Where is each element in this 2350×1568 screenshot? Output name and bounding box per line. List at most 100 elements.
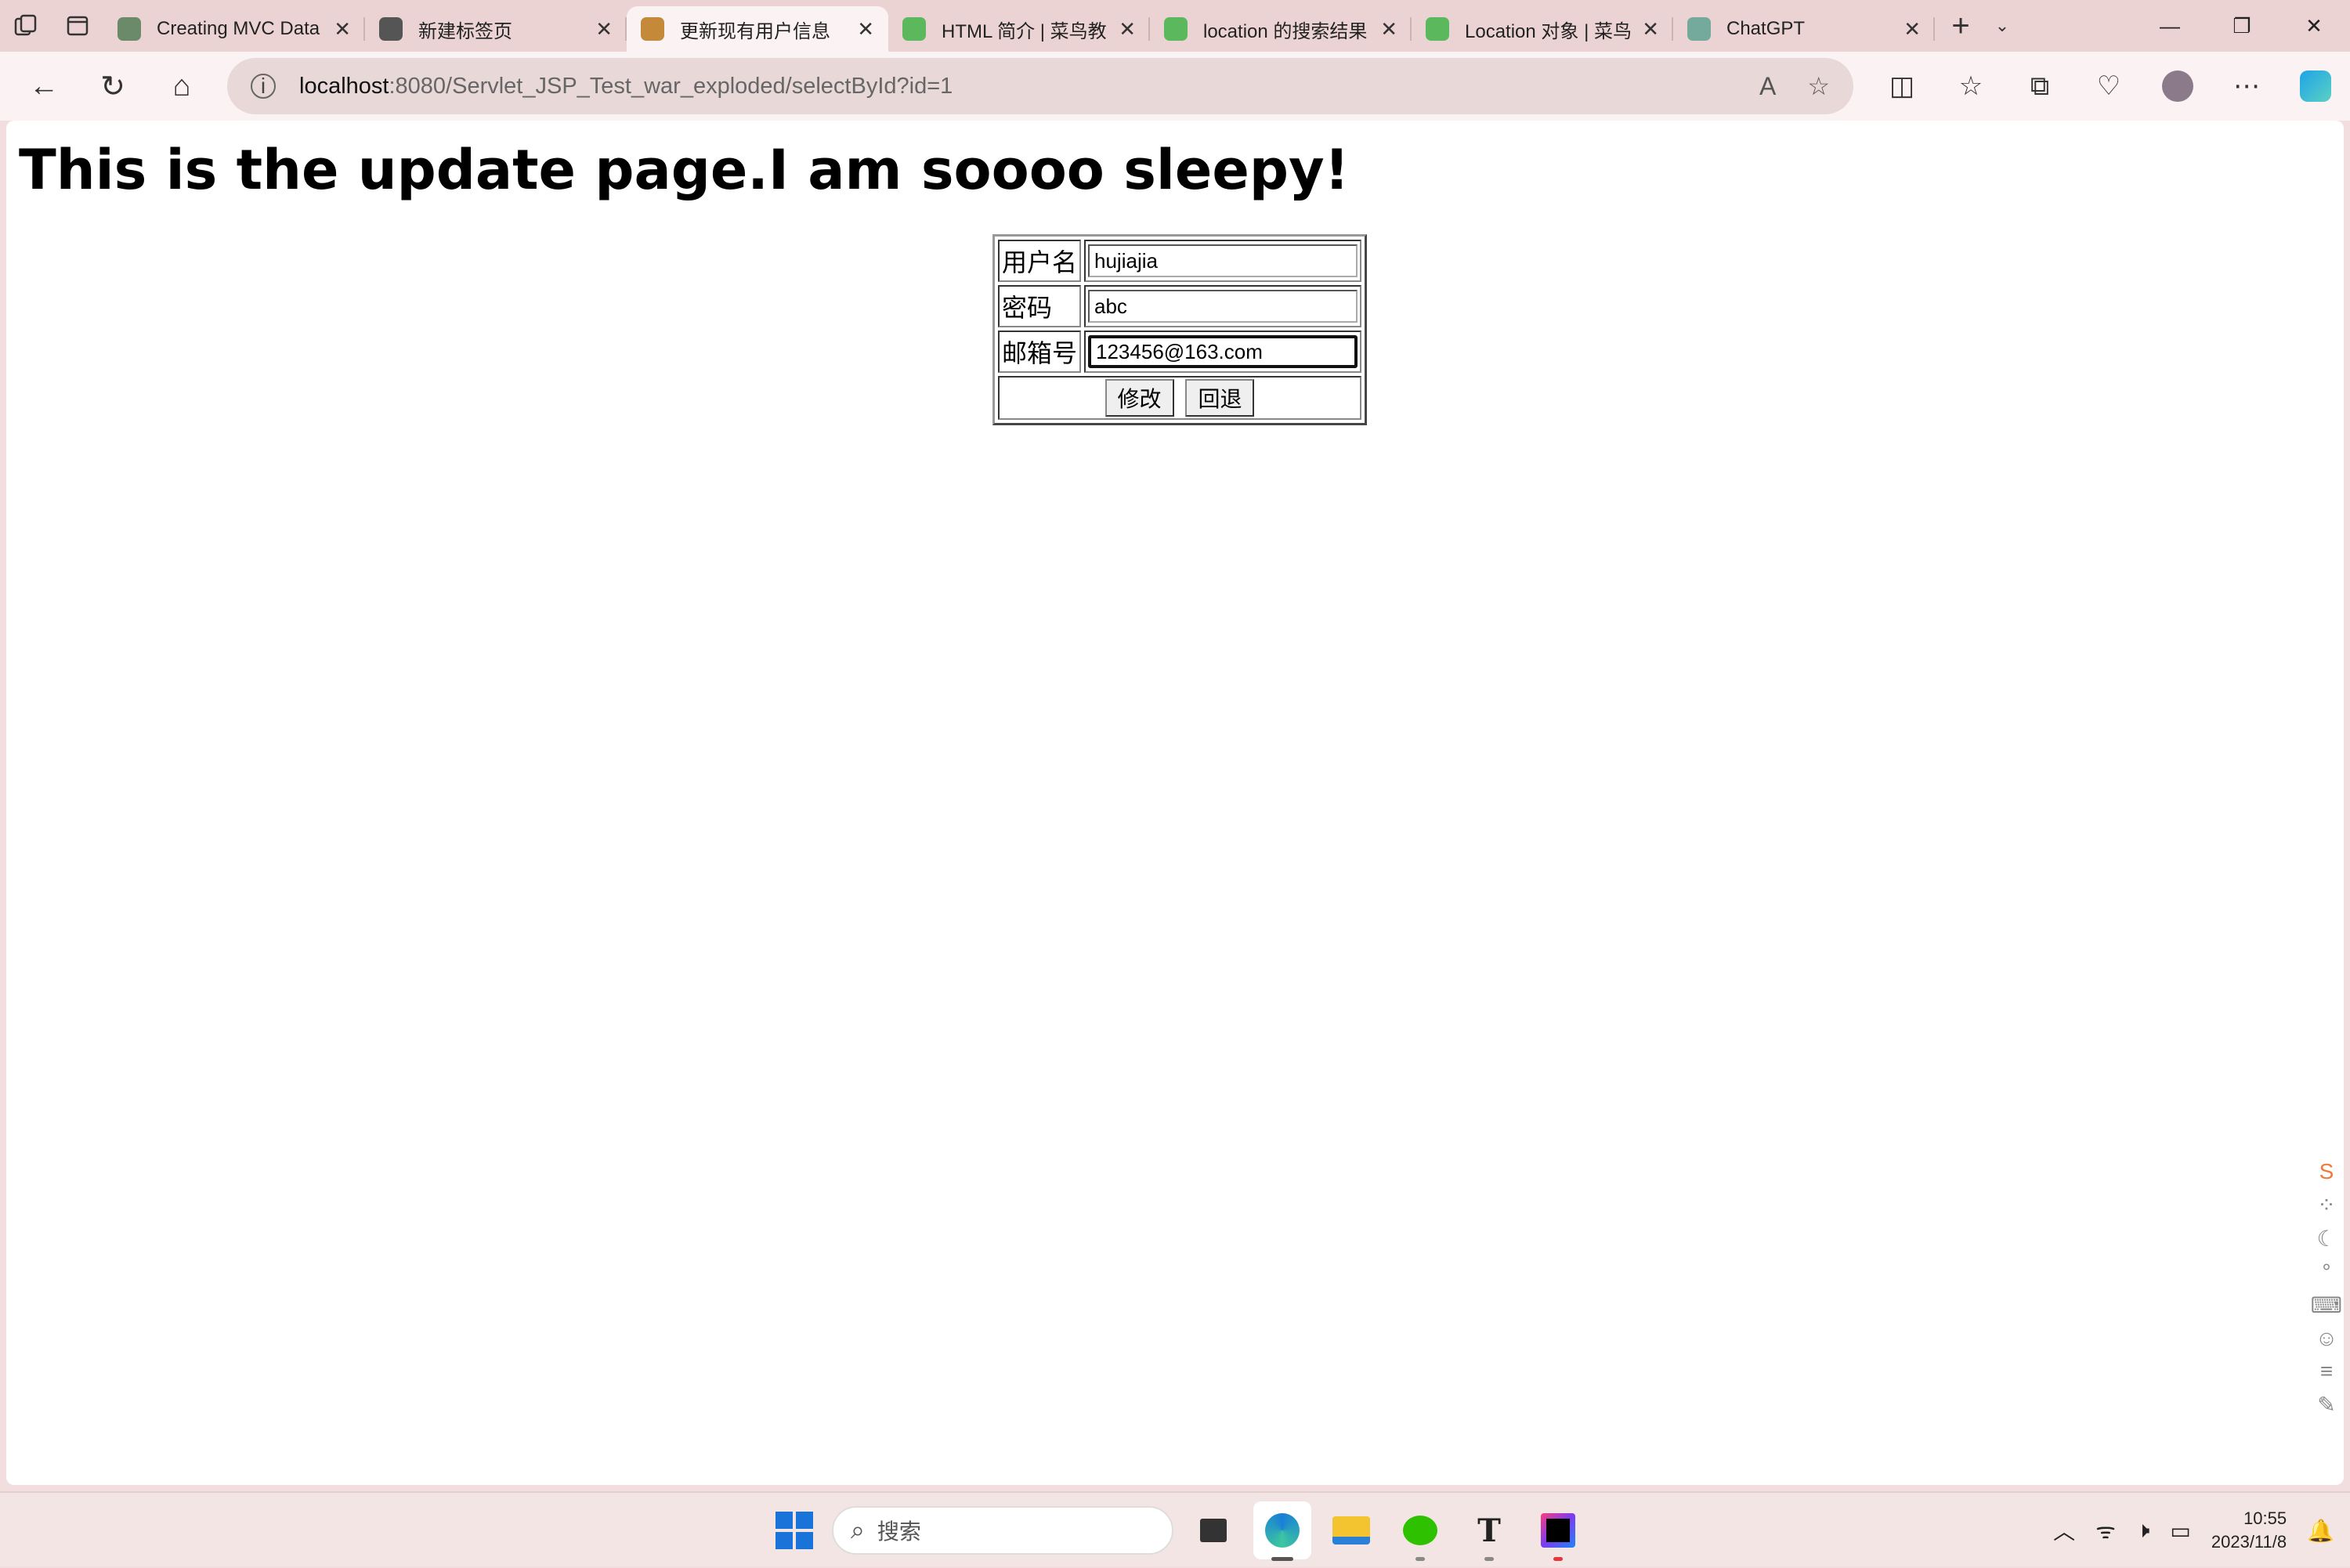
tab-title: Creating MVC Data: [157, 18, 320, 39]
tab-title: Location 对象 | 菜鸟: [1465, 20, 1632, 42]
taskbar-search[interactable]: ⌕ 搜索: [832, 1506, 1173, 1555]
back-button[interactable]: ←: [9, 52, 78, 121]
page-title: This is the update page.I am soooo sleep…: [19, 138, 1350, 202]
clock[interactable]: 10:55 2023/11/8: [2211, 1507, 2287, 1554]
username-label: 用户名: [998, 240, 1082, 282]
tab-favicon-icon: [1426, 17, 1449, 41]
buttons-cell: 修改 回退: [998, 376, 1362, 420]
tab-close-icon[interactable]: ✕: [1380, 17, 1397, 42]
copilot-icon[interactable]: [2281, 52, 2350, 121]
split-screen-icon[interactable]: ◫: [1867, 52, 1936, 121]
username-input[interactable]: [1088, 244, 1358, 277]
tab-close-icon[interactable]: ✕: [1904, 17, 1921, 42]
url-path: :8080/Servlet_JSP_Test_war_exploded/sele…: [389, 73, 953, 99]
password-label: 密码: [998, 285, 1082, 327]
browser-tab[interactable]: 新建标签页 ✕: [365, 6, 627, 52]
tab-title: 新建标签页: [418, 20, 512, 42]
ime-logo-icon[interactable]: S: [2319, 1159, 2334, 1184]
home-button[interactable]: ⌂: [147, 52, 216, 121]
tab-close-icon[interactable]: ✕: [334, 17, 351, 42]
ime-moon-icon[interactable]: ☾: [2316, 1226, 2336, 1252]
url-host: localhost: [299, 73, 389, 99]
password-cell: [1084, 285, 1362, 327]
password-input[interactable]: [1088, 290, 1358, 323]
browser-essentials-icon[interactable]: ♡: [2074, 52, 2143, 121]
wechat-icon[interactable]: [1391, 1501, 1449, 1561]
page-viewport: This is the update page.I am soooo sleep…: [6, 121, 2344, 1485]
system-tray: ︿ ᯤ 🕨 ▭ 10:55 2023/11/8 🔔: [2053, 1493, 2334, 1568]
intellij-idea-icon[interactable]: [1529, 1501, 1587, 1561]
search-icon: ⌕: [851, 1516, 865, 1544]
ime-side-toolbar: S ⁘ ☾ ° ⌨ ☺ ≡ ✎: [2309, 1159, 2344, 1418]
tab-close-icon[interactable]: ✕: [595, 17, 613, 42]
email-cell: [1084, 331, 1362, 373]
ime-punctuation-icon[interactable]: ⁘: [2317, 1192, 2335, 1218]
browser-toolbar: ← ↻ ⌂ i localhost:8080/Servlet_JSP_Test_…: [0, 52, 2350, 121]
ime-dot-icon[interactable]: °: [2322, 1259, 2330, 1284]
favorites-icon[interactable]: ☆: [1936, 52, 2005, 121]
edge-browser-icon[interactable]: [1253, 1501, 1311, 1561]
task-view-icon[interactable]: [1184, 1501, 1242, 1559]
email-input[interactable]: [1088, 335, 1358, 368]
clock-date: 2023/11/8: [2211, 1532, 2287, 1552]
browser-tab-bar: Creating MVC Data ✕ 新建标签页 ✕ 更新现有用户信息 ✕ HTML 简介…: [0, 0, 2350, 52]
form-row-email: 邮箱号: [998, 331, 1362, 373]
notification-bell-icon[interactable]: 🔔: [2307, 1518, 2334, 1544]
browser-tab[interactable]: Creating MVC Data ✕: [103, 6, 365, 52]
wifi-icon[interactable]: ᯤ: [2095, 1516, 2116, 1545]
refresh-button[interactable]: ↻: [78, 52, 147, 121]
username-cell: [1084, 240, 1362, 282]
clock-time: 10:55: [2243, 1508, 2287, 1528]
tab-close-icon[interactable]: ✕: [1642, 17, 1659, 42]
tab-favicon-icon: [1687, 17, 1711, 41]
form-row-password: 密码: [998, 285, 1362, 327]
ime-menu-icon[interactable]: ≡: [2320, 1359, 2333, 1384]
tab-title: HTML 简介 | 菜鸟教: [942, 20, 1107, 42]
tab-actions-icon[interactable]: [52, 0, 103, 52]
close-window-button[interactable]: ✕: [2278, 0, 2350, 52]
ime-keyboard-icon[interactable]: ⌨: [2311, 1292, 2342, 1318]
volume-muted-icon[interactable]: 🕨: [2136, 1518, 2150, 1544]
minimize-button[interactable]: —: [2134, 0, 2206, 52]
tab-separator: [1933, 17, 1935, 41]
tab-favicon-icon: [641, 17, 664, 41]
back-button-form[interactable]: 回退: [1185, 379, 1255, 417]
tab-favicon-icon: [1164, 17, 1188, 41]
tab-list-chevron-icon[interactable]: ⌄: [1987, 0, 2018, 52]
ime-user-icon[interactable]: ☺: [2316, 1326, 2338, 1351]
browser-tab[interactable]: location 的搜索结果 ✕: [1150, 6, 1412, 52]
address-bar[interactable]: i localhost:8080/Servlet_JSP_Test_war_ex…: [227, 58, 1853, 114]
start-button[interactable]: [768, 1504, 821, 1557]
windows-taskbar: ⌕ 搜索 T ︿ ᯤ 🕨 ▭ 10:55 2023/11/8 🔔: [0, 1491, 2350, 1566]
settings-more-icon[interactable]: ⋯: [2212, 52, 2281, 121]
collections-icon[interactable]: ⧉: [2005, 52, 2074, 121]
profile-avatar[interactable]: [2143, 52, 2212, 121]
tab-favicon-icon: [902, 17, 926, 41]
favorite-star-icon[interactable]: ☆: [1807, 71, 1830, 101]
tab-title: location 的搜索结果: [1203, 20, 1368, 42]
tab-close-icon[interactable]: ✕: [857, 17, 874, 42]
browser-tab[interactable]: ChatGPT ✕: [1673, 6, 1935, 52]
show-hidden-icons-chevron-icon[interactable]: ︿: [2053, 1515, 2075, 1546]
file-explorer-icon[interactable]: [1322, 1501, 1380, 1559]
battery-icon[interactable]: ▭: [2170, 1518, 2190, 1544]
typora-icon[interactable]: T: [1460, 1501, 1518, 1561]
browser-tab[interactable]: Location 对象 | 菜鸟 ✕: [1412, 6, 1673, 52]
tab-title: 更新现有用户信息: [680, 20, 830, 42]
read-aloud-icon[interactable]: A: [1759, 72, 1776, 101]
workspaces-icon[interactable]: [0, 0, 52, 52]
browser-tab[interactable]: 更新现有用户信息 ✕: [627, 6, 888, 52]
browser-tab[interactable]: HTML 简介 | 菜鸟教 ✕: [888, 6, 1150, 52]
tab-close-icon[interactable]: ✕: [1119, 17, 1136, 42]
tab-favicon-icon: [379, 17, 403, 41]
submit-update-button[interactable]: 修改: [1104, 379, 1174, 417]
ime-edit-icon[interactable]: ✎: [2317, 1392, 2335, 1418]
form-row-username: 用户名: [998, 240, 1362, 282]
restore-button[interactable]: ❐: [2206, 0, 2278, 52]
form-row-buttons: 修改 回退: [998, 376, 1362, 420]
new-tab-icon[interactable]: +: [1935, 0, 1987, 52]
tab-title: ChatGPT: [1726, 18, 1806, 39]
taskbar-search-placeholder: 搜索: [877, 1519, 921, 1544]
tab-favicon-icon: [118, 17, 141, 41]
site-info-icon[interactable]: i: [251, 74, 276, 99]
